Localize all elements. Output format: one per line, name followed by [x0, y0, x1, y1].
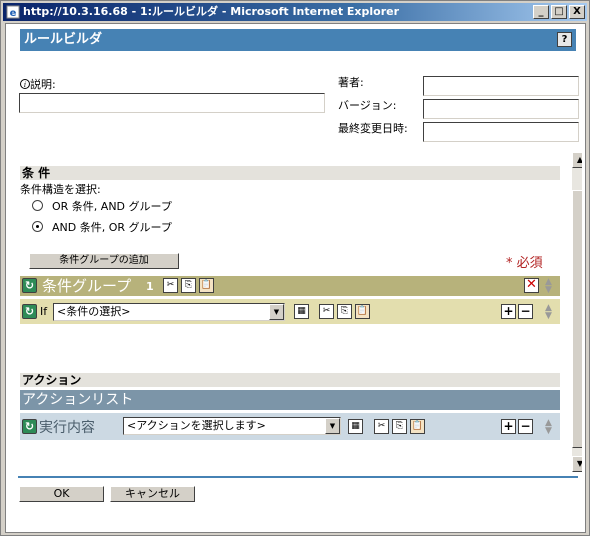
action-down-icon[interactable]: ▼	[541, 425, 556, 440]
add-action-icon[interactable]: +	[501, 419, 516, 434]
version-input[interactable]	[423, 99, 579, 119]
svg-text:i: i	[24, 81, 26, 89]
page-title: ルールビルダ	[24, 32, 103, 47]
refresh-condition-icon[interactable]: ↻	[22, 304, 37, 319]
edit-action-icon[interactable]: ▦	[348, 419, 363, 434]
modified-label: 最終変更日時:	[338, 122, 408, 135]
condition-select[interactable]: <条件の選択> ▼	[53, 303, 285, 321]
paste-action-icon[interactable]: 📋	[410, 419, 425, 434]
scroll-down-icon[interactable]: ▼	[572, 456, 582, 472]
radio-or-conditions[interactable]	[32, 200, 43, 211]
remove-condition-icon[interactable]: −	[518, 304, 533, 319]
description-input[interactable]	[19, 93, 325, 113]
copy-icon[interactable]: ⎘	[181, 278, 196, 293]
minimize-button[interactable]: _	[533, 5, 549, 19]
description-label: i 説明:	[20, 76, 56, 92]
info-icon: i	[20, 79, 30, 89]
remove-action-icon[interactable]: −	[518, 419, 533, 434]
condition-group-title: 条件グループ	[42, 277, 132, 295]
add-condition-icon[interactable]: +	[501, 304, 516, 319]
svg-text:e: e	[10, 8, 17, 19]
action-list-bar: アクションリスト	[20, 390, 560, 410]
refresh-action-icon[interactable]: ↻	[22, 419, 37, 434]
page-header: ルールビルダ ?	[20, 29, 576, 51]
chevron-down-icon[interactable]: ▼	[269, 304, 284, 320]
edit-condition-icon[interactable]: ▦	[294, 304, 309, 319]
maximize-button[interactable]: □	[551, 5, 567, 19]
cancel-button[interactable]: キャンセル	[110, 486, 195, 502]
footer-divider	[18, 476, 578, 478]
if-label: If	[40, 305, 48, 318]
scroll-area[interactable]: 条 件 条件構造を選択: OR 条件, AND グループ AND 条件, OR …	[12, 152, 582, 472]
version-label: バージョン:	[338, 99, 397, 112]
do-label: 実行内容	[39, 420, 95, 436]
modified-input[interactable]	[423, 122, 579, 142]
move-down-icon[interactable]: ▼	[541, 284, 556, 299]
condition-down-icon[interactable]: ▼	[541, 310, 556, 325]
actions-section-header: アクション	[20, 373, 560, 387]
option1-label: OR 条件, AND グループ	[52, 200, 172, 213]
conditions-section-header: 条 件	[20, 166, 560, 180]
copy-action-icon[interactable]: ⎘	[392, 419, 407, 434]
ok-button[interactable]: OK	[19, 486, 104, 502]
refresh-icon[interactable]: ↻	[22, 278, 37, 293]
radio-and-conditions[interactable]	[32, 221, 43, 232]
help-icon[interactable]: ?	[557, 32, 572, 47]
scroll-thumb[interactable]	[572, 190, 582, 448]
condition-group-bar: ↻ 条件グループ 1 ✂ ⎘ 📋 ✕ ▲ ▼	[20, 276, 560, 296]
condition-row: ↻ If <条件の選択> ▼ ▦ ✂ ⎘ 📋 + − ▲ ▼	[20, 299, 560, 324]
window-title: http://10.3.16.68 - 1:ルールビルダ - Microsoft…	[23, 5, 400, 18]
author-input[interactable]	[423, 76, 579, 96]
browser-window: e http://10.3.16.68 - 1:ルールビルダ - Microso…	[0, 0, 590, 536]
paste-condition-icon[interactable]: 📋	[355, 304, 370, 319]
action-select[interactable]: <アクションを選択します> ▼	[123, 417, 341, 435]
chevron-down-icon[interactable]: ▼	[325, 418, 340, 434]
add-condition-group-button[interactable]: 条件グループの追加	[29, 253, 179, 269]
description-label-text: 説明:	[30, 78, 56, 91]
condition-group-number: 1	[146, 280, 154, 293]
required-label: * 必須	[506, 256, 543, 271]
action-select-value: <アクションを選択します>	[127, 419, 266, 432]
title-bar: e http://10.3.16.68 - 1:ルールビルダ - Microso…	[3, 3, 587, 21]
page-content: ルールビルダ ? i 説明: 著者: バージョン: 最終変更日時: 条 件 条件構…	[5, 23, 586, 533]
copy-condition-icon[interactable]: ⎘	[337, 304, 352, 319]
scroll-up-icon[interactable]: ▲	[572, 152, 582, 168]
author-label: 著者:	[338, 76, 364, 89]
action-row: ↻ 実行内容 <アクションを選択します> ▼ ▦ ✂ ⎘ 📋 + − ▲ ▼	[20, 413, 560, 440]
paste-icon[interactable]: 📋	[199, 278, 214, 293]
cut-condition-icon[interactable]: ✂	[319, 304, 334, 319]
delete-group-icon[interactable]: ✕	[524, 278, 539, 293]
condition-select-value: <条件の選択>	[57, 305, 131, 318]
option2-label: AND 条件, OR グループ	[52, 221, 172, 234]
structure-label: 条件構造を選択:	[20, 183, 101, 196]
cut-icon[interactable]: ✂	[163, 278, 178, 293]
ie-icon: e	[6, 5, 20, 19]
close-window-button[interactable]: X	[569, 5, 585, 19]
vertical-scrollbar[interactable]: ▲ ▼	[572, 152, 582, 472]
cut-action-icon[interactable]: ✂	[374, 419, 389, 434]
